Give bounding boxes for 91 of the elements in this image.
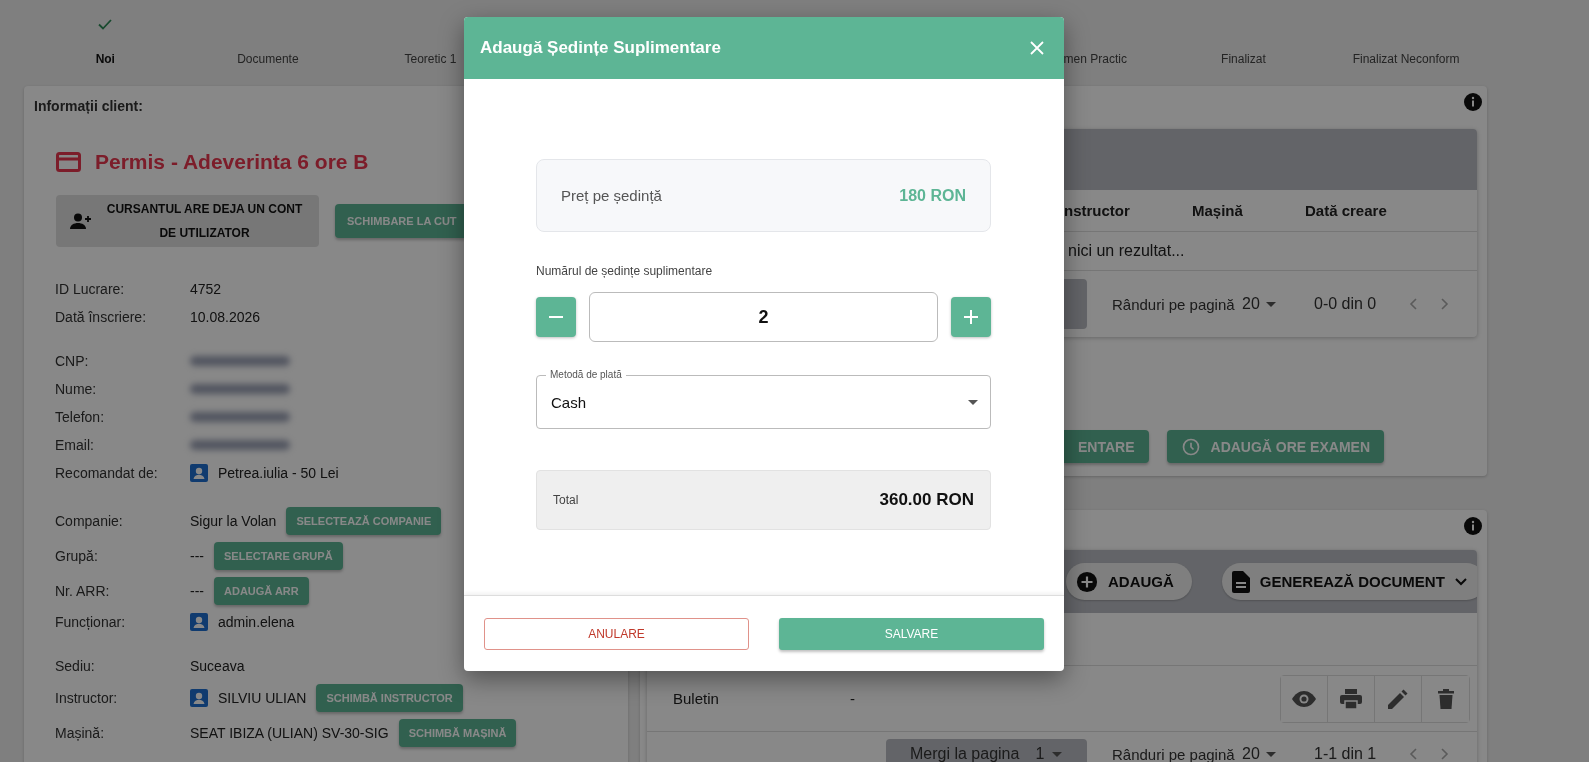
field-label: ID Lucrare: (55, 281, 126, 297)
info-icon[interactable] (1464, 93, 1482, 111)
document-name: Buletin (672, 690, 720, 707)
rows-per-page-select[interactable]: 20 (1242, 745, 1260, 762)
field-label: Instructor: (55, 689, 119, 706)
page-jump-control[interactable]: Mergi la pagina 1 (886, 739, 1087, 762)
add-button[interactable]: ADAUGĂ ORE EXAMEN (1166, 430, 1384, 463)
license-title: Permis - Adeverinta 6 ore B (95, 150, 369, 174)
field-value: --- (190, 547, 204, 564)
user-icon (190, 688, 208, 707)
caret-icon (1052, 751, 1063, 757)
trash-icon (1437, 688, 1454, 709)
field-label: Companie: (55, 512, 124, 529)
step-label[interactable]: men Practic (1063, 48, 1127, 70)
toolbar-button[interactable]: ADAUGĂ (1066, 563, 1192, 600)
field-label: Grupă: (55, 547, 99, 564)
info-icon[interactable] (1464, 517, 1482, 535)
step-label[interactable]: Finalizat Neconform (1352, 48, 1460, 70)
field-value: --- (190, 582, 204, 599)
user-icon (190, 613, 208, 631)
increment-button[interactable] (951, 297, 991, 337)
eye-icon (1292, 690, 1316, 707)
price-label: Preț pe ședință (561, 187, 662, 204)
toolbar-button[interactable]: GENEREAZĂ DOCUMENT (1221, 563, 1477, 600)
field-value: Petrea.iulia - 50 Lei (218, 465, 339, 481)
empty-message: nici un rezultat... (1068, 242, 1185, 260)
total-label: Total (553, 493, 579, 507)
step-label[interactable]: Noi (95, 48, 115, 70)
cancel-button[interactable]: ANULARE (484, 617, 749, 650)
caret-icon (1265, 301, 1276, 307)
add-user-icon (70, 213, 92, 229)
plus-circle-icon (1076, 570, 1098, 593)
field-value: admin.elena (218, 614, 295, 630)
field-value: 4752 (190, 281, 222, 297)
field-value: SILVIU ULIAN (218, 689, 307, 706)
pencil-icon (1388, 688, 1408, 709)
minus-icon (549, 316, 563, 318)
decrement-button[interactable] (536, 297, 576, 337)
chevron-left-icon[interactable] (1409, 298, 1417, 310)
quantity-label: Numărul de ședințe suplimentare (536, 264, 714, 278)
column-header: Dată creare (1305, 202, 1388, 219)
field-value: Sigur la Volan (190, 512, 277, 529)
column-header: nstructor (1064, 202, 1131, 219)
action-button[interactable]: ADAUGĂ ARR (214, 576, 309, 605)
price-value: 180 RON (899, 186, 966, 205)
field-label: Telefon: (55, 409, 106, 425)
page-range: 1-1 din 1 (1314, 744, 1378, 762)
caret-icon (968, 399, 978, 405)
chevron-right-icon[interactable] (1441, 298, 1449, 310)
step-label[interactable]: Finalizat (1221, 48, 1266, 70)
action-button[interactable]: SCHIMBĂ MAȘINĂ (398, 718, 517, 747)
field-label: Sediu: (55, 658, 96, 674)
caret-icon (1265, 751, 1276, 757)
close-button[interactable] (1030, 41, 1044, 55)
rows-per-page-select[interactable]: 20 (1242, 295, 1260, 313)
field-value: Suceava (190, 658, 245, 674)
document-value: - (850, 690, 855, 707)
page-range: 0-0 din 0 (1314, 295, 1378, 313)
save-button[interactable]: SALVARE (779, 617, 1044, 650)
action-button[interactable]: SELECTARE GRUPĂ (214, 541, 343, 570)
document-icon (1231, 570, 1250, 593)
rows-per-page-label: Rânduri pe pagină (1112, 744, 1236, 762)
field-label: Dată înscriere: (55, 309, 148, 325)
clock-icon (1180, 436, 1201, 457)
field-label: Mașină: (55, 724, 106, 741)
view-button[interactable] (1281, 675, 1328, 722)
step-label[interactable]: Documente (237, 48, 299, 70)
field-value: 10.08.2026 (190, 309, 261, 325)
quantity-field[interactable]: 2 (589, 292, 938, 342)
close-icon (1030, 41, 1044, 55)
credit-card-icon (56, 152, 81, 172)
field-label: CNP: (55, 353, 90, 369)
field-label: Recomandat de: (55, 465, 159, 481)
card-heading: Informații client: (34, 97, 144, 116)
total-value: 360.00 RON (879, 490, 974, 510)
field-label: Funcționar: (55, 614, 127, 630)
step-label[interactable]: Teoretic 1 (404, 48, 457, 70)
field-label: Nume: (55, 381, 98, 397)
plus-icon (964, 310, 978, 324)
account-button[interactable]: CURSANTUL ARE DEJA UN CONT DE UTILIZATOR (56, 195, 319, 247)
field-label: Nr. ARR: (55, 582, 111, 599)
printer-icon (1340, 688, 1362, 709)
column-header: Mașină (1192, 202, 1244, 219)
action-button[interactable]: SCHIMBĂ INSTRUCTOR (316, 683, 463, 712)
action-button[interactable]: SELECTEAZĂ COMPANIE (286, 506, 442, 535)
user-icon (190, 464, 208, 482)
dialog-title: Adaugă Ședințe Suplimentare (480, 38, 721, 58)
field-label: Email: (55, 437, 95, 453)
rows-per-page-label: Rânduri pe pagină (1112, 295, 1236, 313)
add-button[interactable]: ENTARE (1064, 430, 1149, 463)
field-value: SEAT IBIZA (ULIAN) SV-30-SIG (190, 724, 389, 741)
